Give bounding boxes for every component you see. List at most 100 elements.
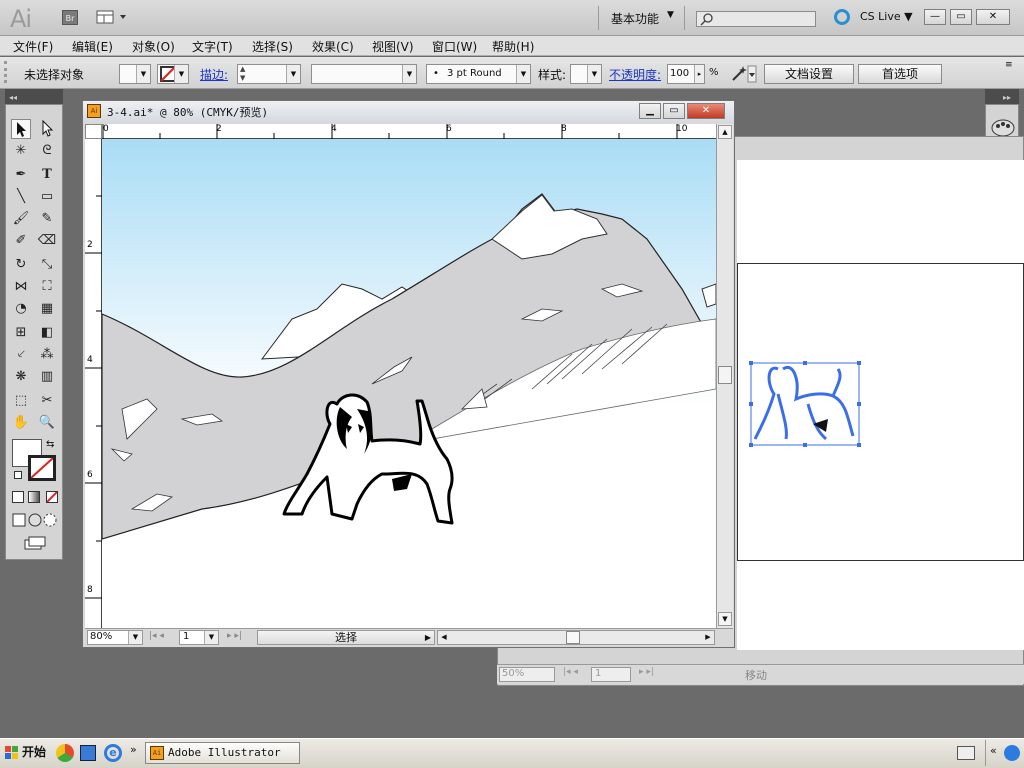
ruler-origin[interactable] — [85, 124, 102, 139]
stroke-weight-stepper[interactable]: ▲ ▼ ▼ — [237, 64, 301, 84]
start-button[interactable]: 开始 — [2, 741, 50, 765]
graphic-style-dropdown[interactable]: ▼ — [570, 64, 602, 84]
tray-expand[interactable]: « — [990, 744, 997, 757]
page-next-last-icon[interactable]: ▸ ▸| — [227, 631, 242, 641]
zoom-field[interactable]: 80% ▼ — [87, 630, 143, 645]
document-restore-button[interactable]: ▭ — [663, 103, 685, 119]
perspective-grid-tool-icon[interactable]: ▦ — [37, 299, 57, 319]
panel-menu-icon[interactable]: ≡ — [1005, 60, 1013, 70]
show-desktop-icon[interactable] — [80, 745, 96, 761]
width-tool-icon[interactable]: ⋈ — [11, 277, 31, 297]
lion-selection-preview[interactable] — [738, 264, 1024, 562]
shape-builder-tool-icon[interactable]: ◔ — [11, 299, 31, 319]
swap-fill-stroke-icon[interactable]: ⇆ — [46, 439, 54, 450]
rectangle-tool-icon[interactable]: ▭ — [37, 187, 57, 207]
pen-tool-icon[interactable]: ✒ — [11, 165, 31, 185]
default-colors-icon[interactable] — [14, 471, 22, 479]
opacity-input[interactable]: 100 ▸ — [667, 64, 705, 84]
line-segment-tool-icon[interactable]: ╲ — [11, 187, 31, 207]
brush-definition-dropdown[interactable]: • 3 pt Round ▼ — [426, 64, 531, 84]
lasso-tool-icon[interactable]: ᘓ — [37, 141, 57, 161]
symbol-sprayer-tool-icon[interactable]: ❋ — [11, 367, 31, 387]
vertical-ruler[interactable]: 2 4 6 8 — [85, 139, 102, 628]
color-mode-icon[interactable] — [12, 491, 24, 503]
eyedropper-tool-icon[interactable]: ⸔ — [11, 345, 31, 365]
bridge-button[interactable]: Br — [62, 10, 78, 25]
close-button[interactable]: ✕ — [976, 9, 1010, 25]
variable-width-profile-dropdown[interactable]: ▼ — [311, 64, 417, 84]
artboard-canvas[interactable] — [102, 139, 716, 628]
minimize-button[interactable]: — — [924, 9, 946, 25]
column-graph-tool-icon[interactable]: ▥ — [37, 367, 57, 387]
scale-tool-icon[interactable]: ⤡ — [37, 255, 57, 275]
right-dock-header[interactable]: ▸▸ — [985, 89, 1019, 104]
taskbar-illustrator-item[interactable]: Ai Adobe Illustrator CS5 — [145, 742, 300, 768]
blob-brush-tool-icon[interactable]: ✐ — [11, 231, 31, 251]
chrome-icon[interactable] — [56, 744, 74, 762]
restore-button[interactable]: ▭ — [950, 9, 972, 25]
menu-edit[interactable]: 编辑(E) — [72, 38, 113, 55]
rotate-tool-icon[interactable]: ↻ — [11, 255, 31, 275]
page-field[interactable]: 1 ▼ — [179, 630, 219, 645]
menu-help[interactable]: 帮助(H) — [492, 38, 534, 55]
scroll-left-arrow-icon[interactable]: ◀ — [438, 631, 450, 644]
direct-selection-tool-icon[interactable] — [37, 119, 57, 139]
workspace-switcher[interactable]: 基本功能 — [611, 10, 659, 27]
eraser-tool-icon[interactable]: ⌫ — [37, 231, 57, 251]
toolbox-header[interactable]: ◂◂ — [5, 89, 63, 104]
preferences-button[interactable]: 首选项 — [858, 64, 942, 84]
type-tool-icon[interactable]: T — [37, 165, 57, 185]
menu-select[interactable]: 选择(S) — [252, 38, 293, 55]
document-close-button[interactable]: ✕ — [687, 103, 725, 119]
free-transform-tool-icon[interactable]: ⛶ — [37, 277, 57, 297]
keyboard-ime-icon[interactable] — [957, 746, 975, 760]
pencil-tool-icon[interactable]: ✎ — [37, 209, 57, 229]
magic-wand-tool-icon[interactable]: ✳ — [11, 141, 31, 161]
quicklaunch-overflow[interactable]: » — [130, 743, 137, 756]
status-menu[interactable]: 选择 ▶ — [257, 630, 435, 645]
page-first-prev-icon[interactable]: |◂ ◂ — [563, 667, 578, 677]
search-input[interactable] — [696, 11, 816, 27]
vertical-scroll-thumb[interactable] — [718, 366, 732, 384]
selection-tool-icon[interactable] — [11, 119, 31, 139]
zoom-tool-icon[interactable]: 🔍 — [37, 413, 57, 433]
document-setup-button[interactable]: 文档设置 — [764, 64, 854, 84]
screen-mode-icon[interactable] — [22, 535, 48, 551]
hand-tool-icon[interactable]: ✋ — [11, 413, 31, 433]
grip-handle[interactable] — [4, 61, 7, 83]
horizontal-ruler[interactable]: 0 2 4 6 8 10 — [102, 124, 716, 139]
page-next-last-icon[interactable]: ▸ ▸| — [639, 667, 654, 677]
page-first-prev-icon[interactable]: |◂ ◂ — [149, 631, 164, 641]
horizontal-scroll-thumb[interactable] — [566, 631, 580, 644]
cs-live-button[interactable]: CS Live ▼ — [860, 10, 913, 23]
internet-explorer-icon[interactable]: e — [104, 744, 122, 762]
drawing-modes-icon[interactable] — [12, 513, 58, 527]
menu-effect[interactable]: 效果(C) — [312, 38, 354, 55]
slice-tool-icon[interactable]: ✂ — [37, 391, 57, 411]
menu-view[interactable]: 视图(V) — [372, 38, 414, 55]
stroke-panel-link[interactable]: 描边: — [200, 66, 228, 83]
scroll-right-arrow-icon[interactable]: ▶ — [702, 631, 714, 644]
stroke-color-dropdown[interactable]: ▼ — [157, 64, 189, 84]
none-mode-icon[interactable] — [46, 491, 58, 503]
vertical-scrollbar[interactable]: ▲ ▼ — [716, 124, 733, 628]
document-minimize-button[interactable]: ▁ — [639, 103, 661, 119]
blend-tool-icon[interactable]: ⁂ — [37, 345, 57, 365]
arrange-documents-button[interactable] — [96, 10, 130, 25]
stroke-swatch[interactable] — [28, 455, 56, 481]
mesh-tool-icon[interactable]: ⊞ — [11, 323, 31, 343]
document-2-page-field[interactable]: 1 — [591, 667, 631, 682]
fill-color-dropdown[interactable]: ▼ — [119, 64, 151, 84]
menu-type[interactable]: 文字(T) — [192, 38, 233, 55]
menu-file[interactable]: 文件(F) — [13, 38, 53, 55]
network-tray-icon[interactable] — [1004, 745, 1020, 761]
horizontal-scrollbar[interactable]: ◀ ▶ — [437, 630, 715, 645]
gradient-mode-icon[interactable] — [28, 491, 40, 503]
opacity-panel-link[interactable]: 不透明度: — [609, 66, 661, 83]
scroll-up-arrow-icon[interactable]: ▲ — [718, 125, 732, 139]
document-2-zoom-field[interactable]: 50% — [499, 667, 555, 682]
document-title-bar[interactable]: Ai 3-4.ai* @ 80% (CMYK/预览) ▁ ▭ ✕ — [83, 101, 734, 123]
artboard-tool-icon[interactable]: ⬚ — [11, 391, 31, 411]
paintbrush-tool-icon[interactable]: 🖌 — [11, 209, 31, 229]
menu-object[interactable]: 对象(O) — [132, 38, 175, 55]
